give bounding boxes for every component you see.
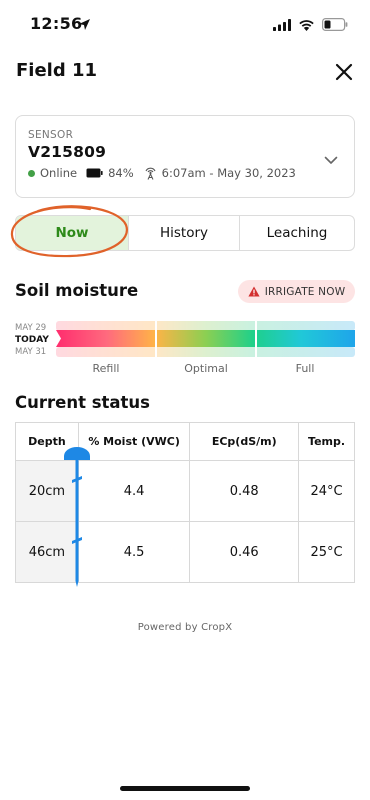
sensor-label: SENSOR — [28, 129, 74, 141]
location-arrow-icon — [78, 16, 91, 35]
gauge-row-previous — [56, 321, 355, 331]
column-header-ecp: ECp(dS/m) — [189, 422, 300, 461]
column-header-depth: Depth — [15, 422, 79, 461]
table-header-row: Depth % Moist (VWC) ECp(dS/m) Temp. — [15, 422, 355, 461]
close-button[interactable] — [330, 58, 358, 86]
header: Field 11 — [0, 56, 370, 90]
antenna-icon — [143, 166, 158, 180]
column-header-temp: Temp. — [298, 422, 355, 461]
date-next: MAY 31 — [15, 346, 47, 357]
irrigate-now-text: IRRIGATE NOW — [264, 285, 346, 298]
sensor-meta: Online 84% 6:07am - May 30, 2023 — [28, 166, 296, 180]
ecp-cell: 0.46 — [189, 521, 300, 583]
gauge-labels: Refill Optimal Full — [56, 362, 355, 376]
gauge-label-refill: Refill — [92, 362, 120, 375]
moisture-dates: MAY 29 TODAY MAY 31 — [15, 322, 57, 358]
gauge-row-today — [56, 330, 355, 347]
status-time: 12:56 — [30, 14, 83, 33]
warning-icon — [248, 286, 260, 297]
online-dot-icon — [28, 169, 35, 177]
phone-battery-icon — [322, 16, 348, 35]
gauge-divider-2 — [255, 321, 257, 357]
column-header-moisture: % Moist (VWC) — [77, 422, 191, 461]
sensor-expand-button[interactable] — [324, 150, 338, 169]
chevron-down-icon — [324, 156, 338, 164]
wifi-icon — [298, 16, 315, 35]
date-today: TODAY — [15, 334, 49, 345]
last-seen: 6:07am - May 30, 2023 — [161, 166, 296, 180]
tab-history[interactable]: History — [129, 216, 240, 250]
depth-cell: 20cm — [15, 460, 79, 522]
moisture-gauge — [56, 321, 355, 357]
sensor-id: V215809 — [28, 143, 107, 161]
close-icon — [335, 63, 353, 81]
battery-icon — [86, 168, 103, 178]
page-title: Field 11 — [16, 60, 98, 81]
gauge-label-optimal: Optimal — [184, 362, 228, 375]
ecp-cell: 0.48 — [189, 460, 300, 522]
gauge-row-next — [56, 347, 355, 357]
status-bar: 12:56 — [0, 0, 370, 46]
sensor-status: Online — [40, 166, 78, 180]
tab-bar: Now History Leaching — [15, 215, 355, 251]
sensor-card[interactable]: SENSOR V215809 Online 84% 6:07am - May 3… — [15, 115, 355, 198]
status-table: Depth % Moist (VWC) ECp(dS/m) Temp. 20cm… — [15, 422, 355, 583]
moisture-cell: 4.5 — [77, 521, 191, 583]
current-status-title: Current status — [15, 393, 150, 412]
tab-leaching[interactable]: Leaching — [240, 216, 354, 250]
soil-moisture-title: Soil moisture — [15, 281, 139, 300]
temp-cell: 24°C — [298, 460, 355, 522]
gauge-divider-1 — [155, 321, 157, 357]
tab-now[interactable]: Now — [16, 216, 129, 250]
signal-icon — [273, 16, 291, 35]
depth-cell: 46cm — [15, 521, 79, 583]
irrigate-now-badge: IRRIGATE NOW — [238, 280, 355, 303]
gauge-label-full: Full — [295, 362, 315, 375]
temp-cell: 25°C — [298, 521, 355, 583]
table-row: 46cm 4.5 0.46 25°C — [15, 521, 355, 583]
date-previous: MAY 29 — [15, 322, 47, 333]
moisture-cell: 4.4 — [77, 460, 191, 522]
battery-level: 84% — [108, 166, 134, 180]
footer-powered-by: Powered by CropX — [137, 622, 233, 633]
home-indicator[interactable] — [120, 786, 250, 791]
table-row: 20cm 4.4 0.48 24°C — [15, 460, 355, 522]
